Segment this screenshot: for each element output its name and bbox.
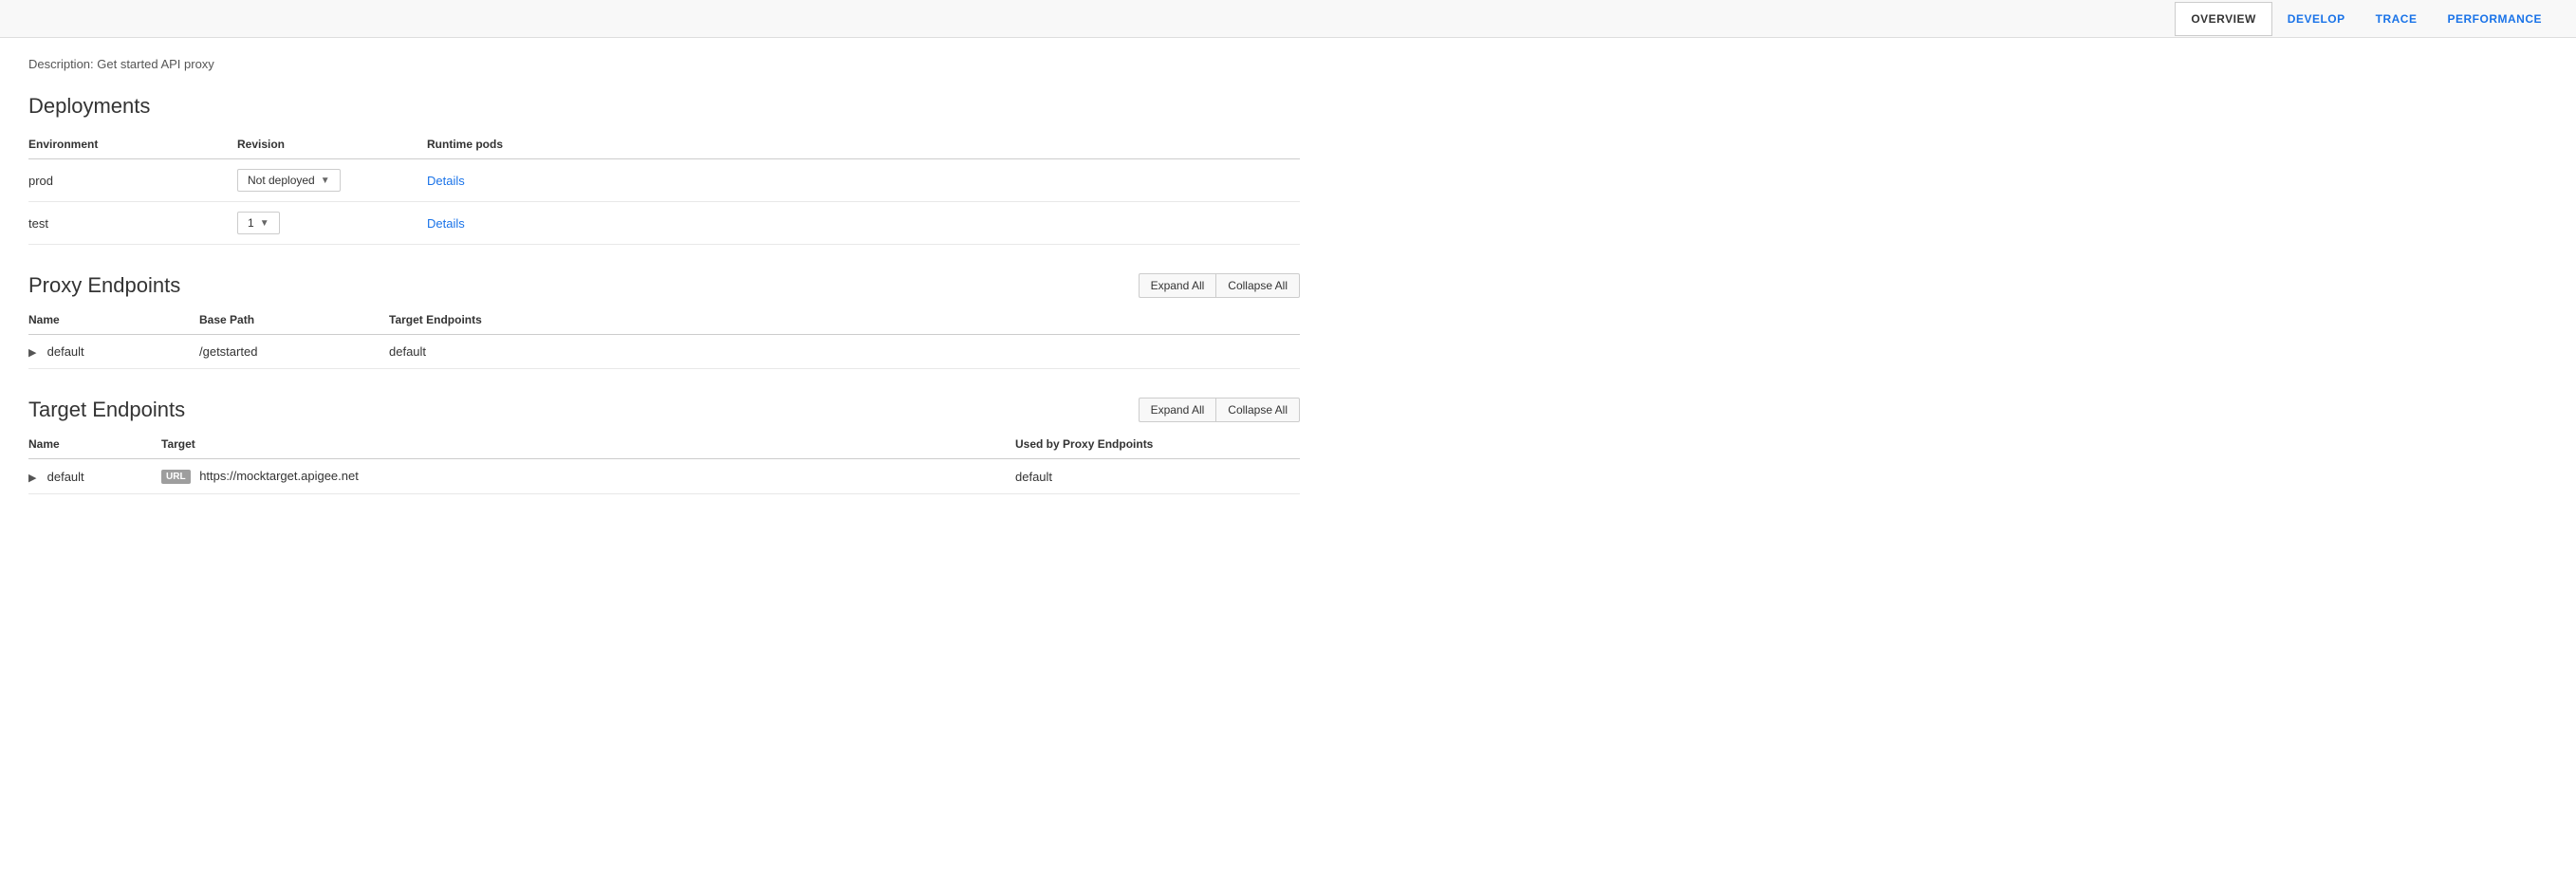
deployment-env-test: test	[28, 202, 237, 245]
tab-overview[interactable]: OVERVIEW	[2175, 2, 2271, 36]
deployments-table: Environment Revision Runtime pods prod N…	[28, 130, 1300, 245]
details-link-test[interactable]: Details	[427, 216, 465, 231]
col-revision: Revision	[237, 130, 427, 159]
top-nav: OVERVIEW DEVELOP TRACE PERFORMANCE	[0, 0, 2576, 38]
target-header-row: Name Target Used by Proxy Endpoints	[28, 430, 1300, 459]
proxy-endpoints-title: Proxy Endpoints	[28, 273, 180, 298]
proxy-row-default: ▶ default /getstarted default	[28, 335, 1300, 369]
col-environment: Environment	[28, 130, 237, 159]
deployments-header-row: Environment Revision Runtime pods	[28, 130, 1300, 159]
col-proxy-name: Name	[28, 306, 199, 335]
target-name-default: ▶ default	[28, 459, 161, 494]
revision-dropdown-test[interactable]: 1 ▼	[237, 212, 280, 234]
tab-develop[interactable]: DEVELOP	[2272, 3, 2361, 35]
proxy-base-path-default: /getstarted	[199, 335, 389, 369]
target-collapse-all-button[interactable]: Collapse All	[1215, 398, 1300, 422]
proxy-expand-all-button[interactable]: Expand All	[1139, 273, 1216, 298]
target-endpoints-title: Target Endpoints	[28, 398, 185, 422]
target-used-by-default: default	[1015, 459, 1300, 494]
proxy-target-endpoints-default: default	[389, 335, 1300, 369]
deployment-row-prod: prod Not deployed ▼ Details	[28, 159, 1300, 202]
deployment-row-test: test 1 ▼ Details	[28, 202, 1300, 245]
col-used-by: Used by Proxy Endpoints	[1015, 430, 1300, 459]
col-target: Target	[161, 430, 1015, 459]
tab-trace[interactable]: TRACE	[2361, 3, 2433, 35]
deployment-pods-prod: Details	[427, 159, 1300, 202]
col-target-endpoints: Target Endpoints	[389, 306, 1300, 335]
target-url-default: URL https://mocktarget.apigee.net	[161, 459, 1015, 494]
proxy-endpoints-table: Name Base Path Target Endpoints ▶ defaul…	[28, 306, 1300, 369]
tab-performance[interactable]: PERFORMANCE	[2432, 3, 2557, 35]
col-runtime-pods: Runtime pods	[427, 130, 1300, 159]
target-expand-all-button[interactable]: Expand All	[1139, 398, 1216, 422]
col-base-path: Base Path	[199, 306, 389, 335]
details-link-prod[interactable]: Details	[427, 174, 465, 188]
deployment-rev-prod: Not deployed ▼	[237, 159, 427, 202]
target-expand-arrow-icon[interactable]: ▶	[28, 472, 38, 484]
proxy-name-default: ▶ default	[28, 335, 199, 369]
target-endpoints-table: Name Target Used by Proxy Endpoints ▶ de…	[28, 430, 1300, 494]
proxy-collapse-all-button[interactable]: Collapse All	[1215, 273, 1300, 298]
deployment-env-prod: prod	[28, 159, 237, 202]
col-target-name: Name	[28, 430, 161, 459]
description-text: Description: Get started API proxy	[28, 57, 1300, 71]
target-row-default: ▶ default URL https://mocktarget.apigee.…	[28, 459, 1300, 494]
proxy-endpoints-header: Proxy Endpoints Expand All Collapse All	[28, 273, 1300, 298]
revision-dropdown-prod[interactable]: Not deployed ▼	[237, 169, 341, 192]
deployment-rev-test: 1 ▼	[237, 202, 427, 245]
expand-arrow-icon[interactable]: ▶	[28, 346, 38, 359]
url-badge: URL	[161, 470, 191, 484]
dropdown-arrow-icon-test: ▼	[260, 218, 269, 229]
deployments-title: Deployments	[28, 94, 1300, 119]
proxy-header-row: Name Base Path Target Endpoints	[28, 306, 1300, 335]
dropdown-arrow-icon: ▼	[321, 176, 330, 186]
main-content: Description: Get started API proxy Deplo…	[0, 38, 1328, 542]
target-endpoints-actions: Expand All Collapse All	[1139, 398, 1300, 422]
target-endpoints-header: Target Endpoints Expand All Collapse All	[28, 398, 1300, 422]
proxy-endpoints-actions: Expand All Collapse All	[1139, 273, 1300, 298]
deployment-pods-test: Details	[427, 202, 1300, 245]
